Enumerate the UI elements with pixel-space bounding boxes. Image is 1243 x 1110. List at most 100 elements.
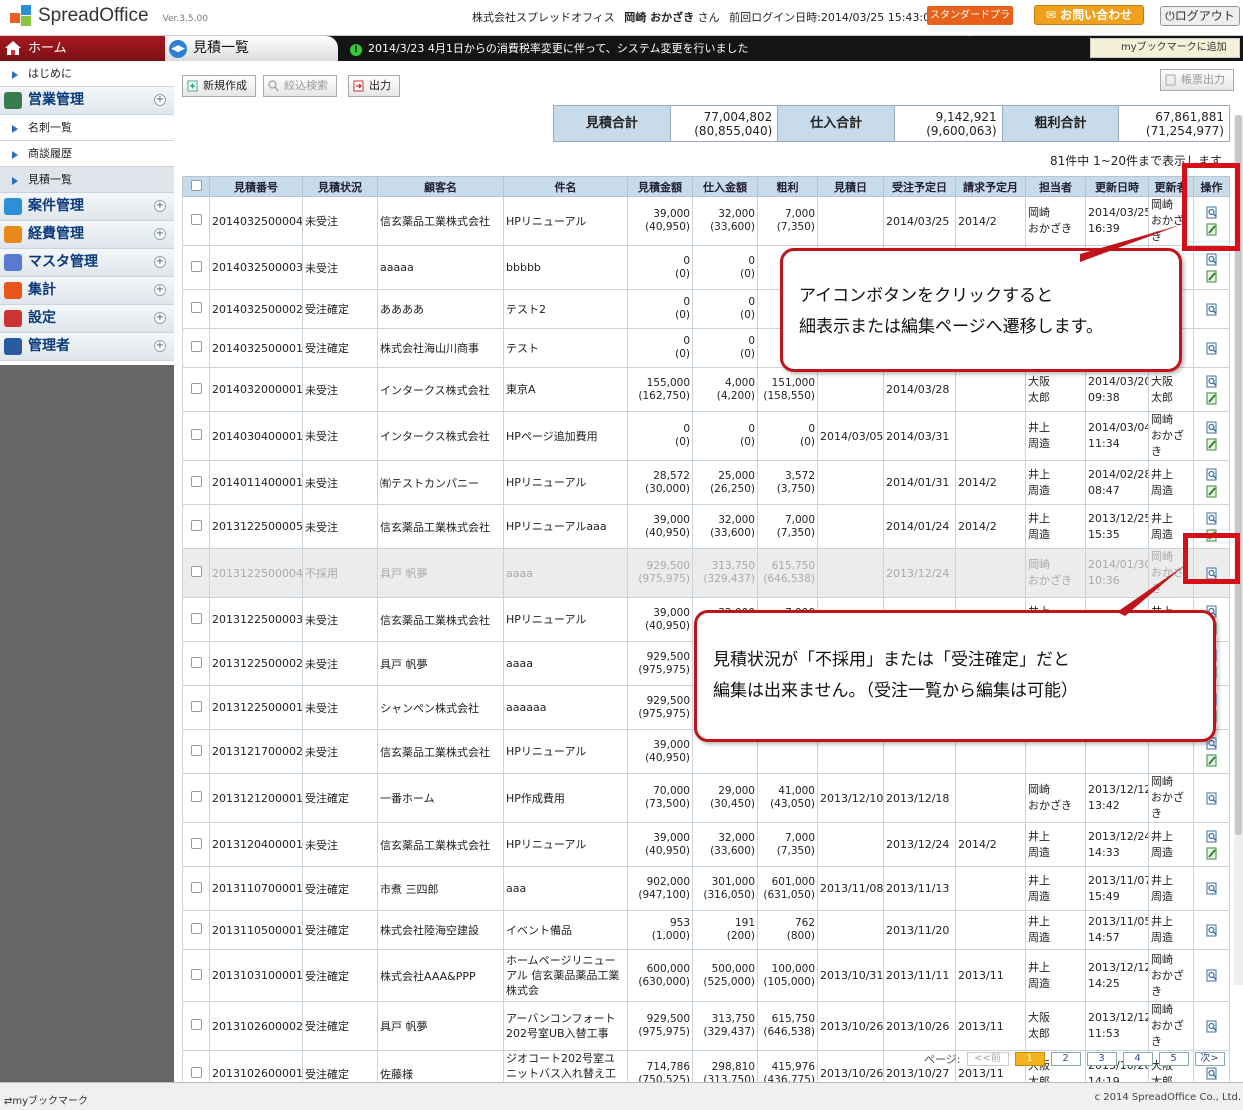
view-detail-icon[interactable] (1206, 1067, 1218, 1080)
row-checkbox-cell[interactable] (182, 949, 210, 1002)
row-checkbox-cell[interactable] (182, 460, 210, 505)
view-detail-icon[interactable] (1206, 253, 1218, 266)
table-row[interactable]: 2014032500004M 未受注 信玄薬品工業株式会社 HPリニューアル 39,00… (182, 196, 1230, 246)
column-header-9[interactable]: 受注予定日 (883, 176, 956, 197)
new-button[interactable]: 新規作成 (182, 75, 256, 97)
edit-icon[interactable] (1206, 754, 1218, 767)
row-checkbox-cell[interactable] (182, 411, 210, 461)
collapse-arrows-icon[interactable]: ◀▶ (169, 40, 187, 58)
row-checkbox-cell[interactable] (182, 641, 210, 686)
row-checkbox[interactable] (190, 791, 202, 802)
page-2-button[interactable]: 2 (1050, 1052, 1081, 1066)
sidebar-item-4[interactable]: 見積一覧 (0, 167, 174, 193)
view-detail-icon[interactable] (1206, 303, 1218, 316)
view-detail-icon[interactable] (1206, 830, 1218, 843)
row-checkbox[interactable] (190, 214, 202, 225)
table-row[interactable]: 2014030400001M 未受注 インタークス株式会社 HPページ追加費用 0 (0)… (182, 411, 1230, 461)
page-1-button[interactable]: 1 (1014, 1052, 1045, 1066)
sidebar-item-10[interactable]: 管理者 + (0, 333, 174, 361)
view-detail-icon[interactable] (1206, 792, 1218, 805)
export-button[interactable]: 出力 (348, 75, 400, 97)
column-header-10[interactable]: 請求予定月 (955, 176, 1026, 197)
table-row[interactable]: 2013110500001M 受注確定 株式会社陸海空建設 イベント備品 953 (1,0… (182, 910, 1230, 950)
view-detail-icon[interactable] (1206, 1020, 1218, 1033)
table-row[interactable]: 2014011400001M 未受注 ㈲テストカンパニー HPリニューアル 28,572… (182, 460, 1230, 505)
row-checkbox[interactable] (190, 566, 202, 577)
view-detail-icon[interactable] (1206, 882, 1218, 895)
inquiry-button[interactable]: ✉ お問い合わせ (1034, 5, 1144, 25)
row-checkbox-cell[interactable] (182, 729, 210, 774)
table-row[interactable]: 2014032000001M 未受注 インタークス株式会社 東京A 155,000 (16… (182, 367, 1230, 412)
expand-plus-icon[interactable]: + (154, 94, 166, 106)
bookmark-add-button[interactable]: myブックマークに追加 (1090, 38, 1240, 58)
column-header-0[interactable] (182, 176, 210, 197)
view-detail-icon[interactable] (1206, 342, 1218, 355)
column-header-8[interactable]: 見積日 (817, 176, 884, 197)
prev-page-button[interactable]: <<前 (966, 1052, 1009, 1066)
next-page-button[interactable]: 次> (1194, 1052, 1225, 1066)
logout-button[interactable]: ⏻ログアウト (1160, 6, 1240, 26)
row-checkbox[interactable] (190, 744, 202, 756)
home-tab[interactable]: ホーム (0, 36, 174, 61)
edit-icon[interactable] (1206, 485, 1218, 498)
row-checkbox-cell[interactable] (182, 245, 210, 290)
column-header-5[interactable]: 見積金額 (627, 176, 693, 197)
sidebar-item-5[interactable]: 案件管理 + (0, 193, 174, 221)
row-checkbox-cell[interactable] (182, 289, 210, 329)
row-checkbox[interactable] (190, 382, 202, 394)
row-checkbox[interactable] (190, 302, 202, 313)
row-checkbox-cell[interactable] (182, 910, 210, 950)
select-all-checkbox[interactable] (190, 179, 202, 191)
sidebar-item-8[interactable]: 集計 + (0, 277, 174, 305)
view-detail-icon[interactable] (1206, 375, 1218, 388)
row-checkbox-cell[interactable] (182, 367, 210, 412)
edit-icon[interactable] (1206, 270, 1218, 283)
view-detail-icon[interactable] (1206, 969, 1218, 982)
row-checkbox[interactable] (190, 612, 202, 624)
column-header-6[interactable]: 仕入金額 (692, 176, 758, 197)
row-checkbox[interactable] (190, 1019, 202, 1030)
sidebar-item-3[interactable]: 商談履歴 (0, 141, 174, 167)
row-checkbox[interactable] (190, 341, 202, 352)
table-row[interactable]: 2013110700001M 受注確定 市煮 三四郎 aaa 902,000 (947,1… (182, 866, 1230, 911)
table-row[interactable]: 2013122500004M 不採用 具戸 帆夢 aaaa 929,500 (975,97… (182, 548, 1230, 598)
row-checkbox-cell[interactable] (182, 504, 210, 549)
row-checkbox-cell[interactable] (182, 685, 210, 730)
table-row[interactable]: 2013122500005M 未受注 信玄薬品工業株式会社 HPリニューアルaaa 39… (182, 504, 1230, 549)
row-checkbox-cell[interactable] (182, 548, 210, 598)
row-checkbox-cell[interactable] (182, 822, 210, 867)
row-checkbox-cell[interactable] (182, 597, 210, 642)
sidebar-item-0[interactable]: はじめに (0, 61, 174, 87)
row-checkbox-cell[interactable] (182, 196, 210, 246)
row-checkbox[interactable] (190, 881, 202, 893)
expand-plus-icon[interactable]: + (154, 312, 166, 324)
row-checkbox[interactable] (190, 700, 202, 712)
filter-button[interactable]: 絞込検索 (263, 75, 337, 97)
expand-plus-icon[interactable]: + (154, 284, 166, 296)
table-row[interactable]: 2013121200001M 受注確定 一番ホーム HP作成費用 70,000 (73,5… (182, 773, 1230, 823)
column-header-12[interactable]: 更新日時 (1085, 176, 1149, 197)
row-checkbox[interactable] (190, 968, 202, 980)
page-3-button[interactable]: 3 (1086, 1052, 1117, 1066)
bookmark-bar[interactable]: ⇄myブックマーク (4, 1092, 88, 1107)
row-checkbox[interactable] (190, 429, 202, 440)
sidebar-item-1[interactable]: 営業管理 + (0, 87, 174, 115)
column-header-4[interactable]: 件名 (503, 176, 628, 197)
row-checkbox[interactable] (190, 260, 202, 272)
row-checkbox[interactable] (190, 923, 202, 934)
edit-icon[interactable] (1206, 847, 1218, 860)
sidebar-item-6[interactable]: 経費管理 + (0, 221, 174, 249)
row-checkbox-cell[interactable] (182, 866, 210, 911)
row-checkbox-cell[interactable] (182, 1001, 210, 1051)
column-header-2[interactable]: 見積状況 (302, 176, 378, 197)
row-checkbox-cell[interactable] (182, 328, 210, 368)
column-header-1[interactable]: 見積番号 (209, 176, 303, 197)
column-header-7[interactable]: 粗利 (757, 176, 818, 197)
view-detail-icon[interactable] (1206, 468, 1218, 481)
row-checkbox-cell[interactable] (182, 773, 210, 823)
table-row[interactable]: 2013102600002M 受注確定 具戸 帆夢 アーバンコンフォート202号室UB… (182, 1001, 1230, 1051)
page-5-button[interactable]: 5 (1158, 1052, 1189, 1066)
view-detail-icon[interactable] (1206, 512, 1218, 525)
view-detail-icon[interactable] (1206, 924, 1218, 937)
expand-plus-icon[interactable]: + (154, 340, 166, 352)
